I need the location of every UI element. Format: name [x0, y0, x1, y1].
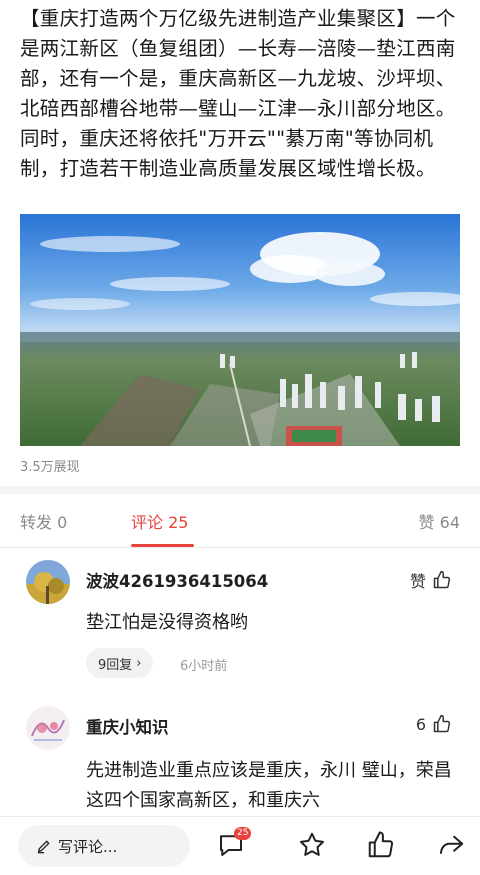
- section-divider: [0, 486, 480, 494]
- comment-author[interactable]: 波波4261936415064: [86, 568, 268, 592]
- star-icon[interactable]: [297, 830, 327, 860]
- thumbs-up-icon[interactable]: [366, 830, 396, 860]
- comment-like-label: 赞: [409, 572, 426, 591]
- comment-count-badge: 25: [234, 827, 252, 840]
- comment-like-button[interactable]: 赞: [410, 568, 452, 592]
- write-comment-input[interactable]: 写评论...: [18, 825, 190, 867]
- thumbs-up-icon: [433, 570, 451, 589]
- share-arrow-icon[interactable]: [436, 830, 466, 860]
- tab-repost[interactable]: 转发 0: [20, 509, 67, 533]
- post-text: 【重庆打造两个万亿级先进制造产业集聚区】一个是两江新区（鱼复组团）—长寿—涪陵—…: [20, 7, 456, 180]
- comment-author[interactable]: 重庆小知识: [86, 714, 169, 738]
- thumbs-up-icon: [433, 714, 451, 733]
- comment-time: 6小时前: [180, 659, 228, 674]
- post-image[interactable]: [20, 214, 460, 446]
- write-comment-placeholder: 写评论...: [58, 837, 118, 856]
- avatar[interactable]: [26, 706, 70, 750]
- pencil-icon: [37, 840, 50, 854]
- tab-likes[interactable]: 赞 64: [419, 509, 460, 533]
- tab-bar: 转发 0 评论 25 赞 64: [0, 494, 480, 548]
- comment-like-button[interactable]: 6: [416, 714, 452, 734]
- aerial-city-photo: [20, 214, 460, 446]
- comment-like-count: 6: [415, 714, 426, 734]
- view-count: 3.5万展现: [20, 460, 80, 475]
- replies-count: 9回复: [98, 657, 133, 673]
- comment-text: 垫江怕是没得资格哟: [86, 612, 248, 633]
- comment-text: 先进制造业重点应该是重庆，永川 璧山，荣昌这四个国家高新区，和重庆六: [86, 760, 452, 811]
- tab-comments[interactable]: 评论 25: [131, 509, 188, 533]
- chevron-right-icon: ›: [136, 655, 142, 671]
- active-tab-indicator: [131, 544, 194, 547]
- replies-button[interactable]: 9回复 ›: [86, 648, 154, 678]
- avatar[interactable]: [26, 560, 70, 604]
- bottom-action-bar: 写评论... 25: [0, 816, 480, 875]
- comment-item: 重庆小知识 6 先进制造业重点应该是重庆，永川 璧山，荣昌这四个国家高新区，和重…: [0, 706, 480, 816]
- comment-item: 波波4261936415064 赞 垫江怕是没得资格哟 9回复 › 6小时前: [0, 556, 480, 696]
